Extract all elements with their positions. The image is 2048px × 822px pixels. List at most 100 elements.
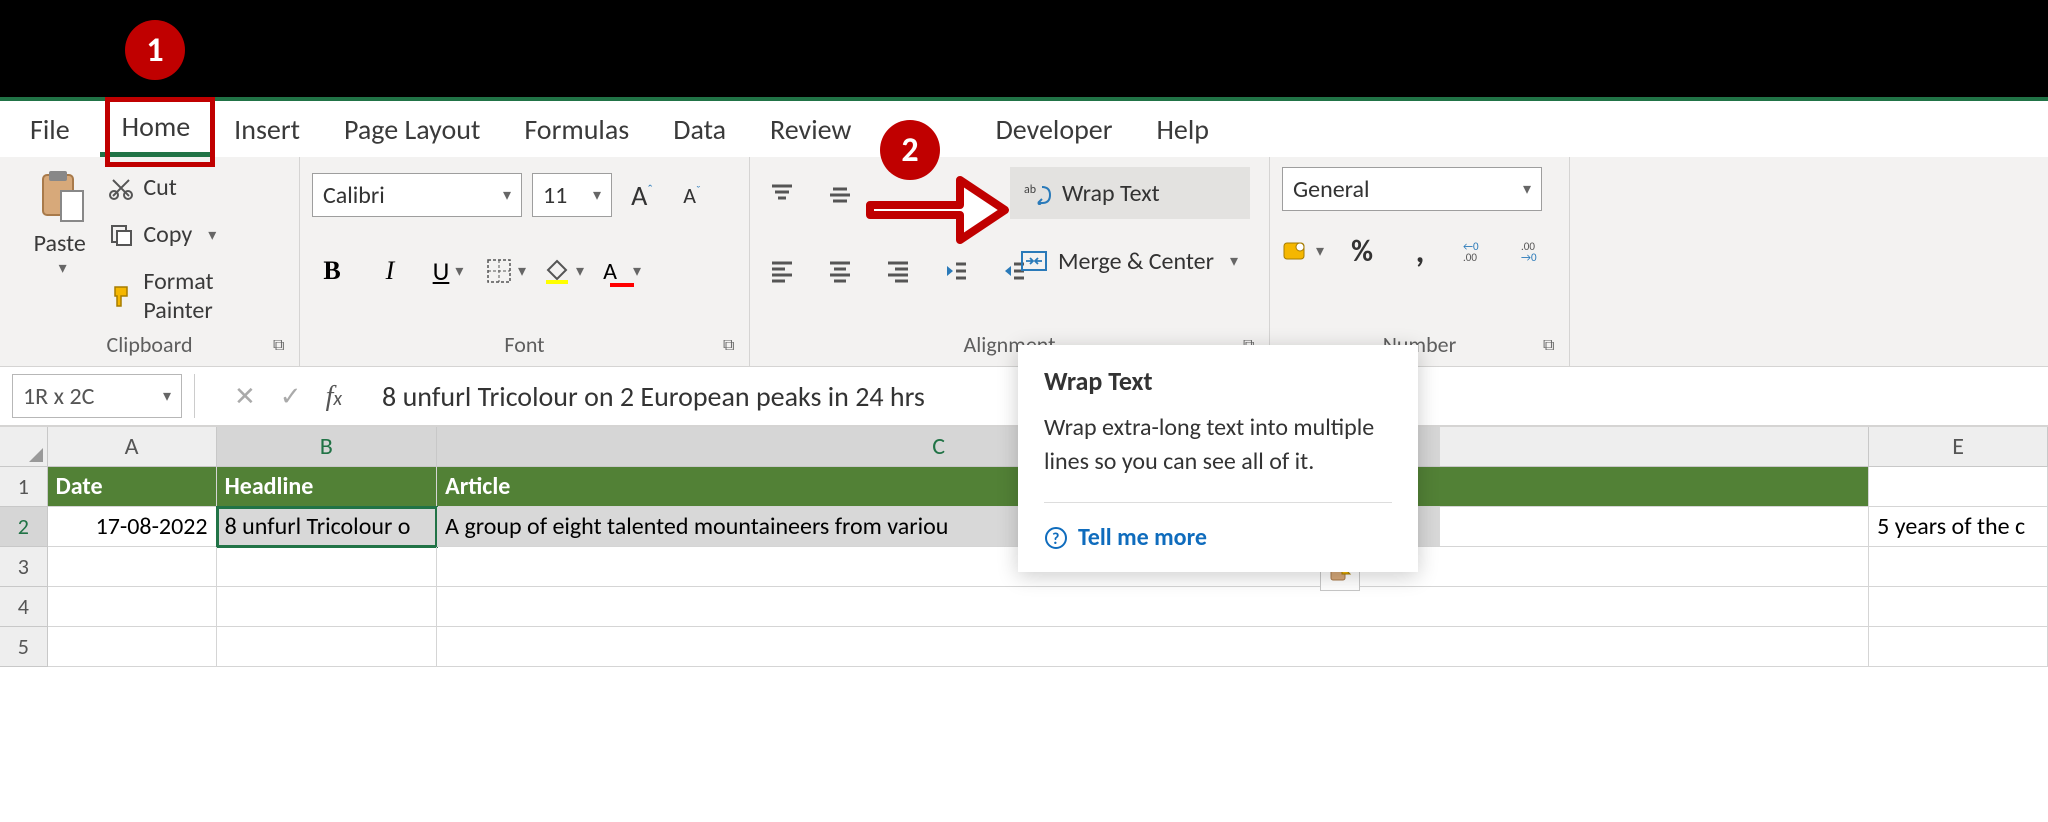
row-header-5[interactable]: 5 bbox=[0, 627, 48, 667]
number-format-combo[interactable]: General▾ bbox=[1282, 167, 1542, 211]
tell-me-more-link[interactable]: ? Tell me more bbox=[1044, 502, 1392, 552]
col-header-a[interactable]: A bbox=[48, 427, 217, 466]
cut-button[interactable]: Cut bbox=[109, 173, 287, 202]
comma-button[interactable]: , bbox=[1400, 231, 1440, 271]
cell[interactable] bbox=[217, 547, 438, 587]
format-painter-button[interactable]: Format Painter bbox=[109, 267, 287, 325]
cell[interactable] bbox=[1869, 627, 2048, 667]
cell[interactable] bbox=[1869, 587, 2048, 627]
cell[interactable] bbox=[217, 587, 438, 627]
row-header-1[interactable]: 1 bbox=[0, 467, 48, 507]
cell[interactable]: 5 years of the c bbox=[1869, 507, 2048, 547]
annotation-badge-2: 2 bbox=[880, 120, 940, 180]
decrease-font-button[interactable]: Aˇ bbox=[672, 175, 712, 215]
col-header-e[interactable]: E bbox=[1869, 427, 2048, 466]
fx-icon[interactable]: fx bbox=[326, 380, 342, 413]
font-size-combo[interactable]: 11▾ bbox=[532, 173, 612, 217]
dialog-launcher-icon[interactable]: ⧉ bbox=[273, 336, 293, 356]
merge-center-label: Merge & Center bbox=[1058, 247, 1214, 276]
chevron-down-icon: ▾ bbox=[1316, 241, 1324, 261]
cell[interactable] bbox=[1869, 467, 2048, 507]
wrap-text-button[interactable]: ab Wrap Text bbox=[1010, 167, 1250, 219]
cell[interactable] bbox=[48, 547, 217, 587]
chevron-down-icon[interactable]: ▾ bbox=[59, 258, 67, 278]
paste-icon[interactable] bbox=[35, 167, 85, 225]
increase-font-button[interactable]: Aˆ bbox=[622, 175, 662, 215]
tab-page-layout[interactable]: Page Layout bbox=[322, 104, 502, 155]
align-center-button[interactable] bbox=[820, 251, 860, 291]
chevron-down-icon: ▾ bbox=[576, 261, 584, 281]
name-box-value: 1R x 2C bbox=[23, 382, 94, 411]
decrease-decimal-button[interactable]: .00→0 bbox=[1516, 231, 1556, 271]
cell[interactable]: Date bbox=[48, 467, 217, 507]
align-right-button[interactable] bbox=[878, 251, 918, 291]
annotation-arrow bbox=[850, 160, 1010, 250]
tab-data[interactable]: Data bbox=[651, 104, 748, 155]
cell[interactable] bbox=[48, 627, 217, 667]
ribbon: Paste ▾ Cut Copy ▾ Format Painter Clipbo… bbox=[0, 157, 2048, 367]
cell-selected[interactable]: 8 unfurl Tricolour o bbox=[217, 507, 438, 547]
group-font-label: Font bbox=[300, 331, 749, 358]
accounting-format-button[interactable]: ▾ bbox=[1282, 231, 1324, 271]
cell[interactable] bbox=[48, 587, 217, 627]
row-header-3[interactable]: 3 bbox=[0, 547, 48, 587]
cell[interactable]: Headline bbox=[217, 467, 438, 507]
name-box[interactable]: 1R x 2C ▾ bbox=[12, 374, 182, 418]
cell[interactable] bbox=[437, 627, 1869, 667]
fill-color-button[interactable]: ▾ bbox=[544, 251, 584, 291]
formula-input[interactable]: 8 unfurl Tricolour on 2 European peaks i… bbox=[382, 379, 925, 414]
enter-icon[interactable]: ✓ bbox=[280, 380, 302, 412]
chevron-down-icon: ▾ bbox=[163, 386, 171, 406]
row-header-4[interactable]: 4 bbox=[0, 587, 48, 627]
align-top-button[interactable] bbox=[762, 175, 802, 215]
chevron-down-icon: ▾ bbox=[593, 185, 601, 205]
align-left-button[interactable] bbox=[762, 251, 802, 291]
tab-review[interactable]: Review bbox=[748, 104, 873, 155]
select-all-corner[interactable] bbox=[0, 427, 48, 467]
copy-icon bbox=[109, 223, 133, 247]
chevron-down-icon: ▾ bbox=[633, 261, 641, 281]
cell[interactable] bbox=[1869, 547, 2048, 587]
tab-insert[interactable]: Insert bbox=[212, 104, 322, 155]
dialog-launcher-icon[interactable]: ⧉ bbox=[723, 336, 743, 356]
svg-text:→0: →0 bbox=[1521, 251, 1537, 262]
merge-center-button[interactable]: Merge & Center ▾ bbox=[1010, 235, 1250, 287]
col-header-b[interactable]: B bbox=[217, 427, 438, 466]
bold-button[interactable]: B bbox=[312, 251, 352, 291]
table-row: 5 bbox=[0, 627, 2048, 667]
font-name-value: Calibri bbox=[323, 181, 385, 210]
tab-formulas[interactable]: Formulas bbox=[502, 104, 651, 155]
tab-file[interactable]: File bbox=[0, 104, 100, 155]
italic-button[interactable]: I bbox=[370, 251, 410, 291]
group-clipboard-label: Clipboard bbox=[0, 331, 299, 358]
decrease-indent-button[interactable] bbox=[936, 251, 976, 291]
group-alignment: ab Wrap Text Merge & Center ▾ Alignment … bbox=[750, 157, 1270, 366]
chevron-down-icon: ▾ bbox=[455, 261, 463, 281]
cell[interactable]: 17-08-2022 bbox=[48, 507, 217, 547]
copy-button[interactable]: Copy ▾ bbox=[109, 220, 287, 249]
tab-help[interactable]: Help bbox=[1134, 104, 1231, 155]
cell[interactable] bbox=[1440, 507, 1869, 547]
font-color-button[interactable]: A▾ bbox=[602, 251, 642, 291]
row-header-2[interactable]: 2 bbox=[0, 507, 48, 547]
annotation-box-home bbox=[105, 97, 215, 167]
increase-decimal-button[interactable]: ←0.00 bbox=[1458, 231, 1498, 271]
paste-label[interactable]: Paste bbox=[34, 229, 86, 258]
tab-developer[interactable]: Developer bbox=[974, 104, 1135, 155]
borders-button[interactable]: ▾ bbox=[486, 251, 526, 291]
chevron-down-icon[interactable]: ▾ bbox=[208, 225, 216, 245]
ribbon-tabs: File Home Insert Page Layout Formulas Da… bbox=[0, 97, 2048, 157]
cell[interactable] bbox=[437, 587, 1869, 627]
table-row: 4 bbox=[0, 587, 2048, 627]
underline-button[interactable]: U▾ bbox=[428, 251, 468, 291]
group-font: Calibri▾ 11▾ Aˆ Aˇ B I U▾ ▾ ▾ A▾ Font ⧉ bbox=[300, 157, 750, 366]
col-header-gap[interactable] bbox=[1440, 427, 1869, 466]
wrap-text-icon: ab bbox=[1024, 181, 1052, 205]
cell[interactable] bbox=[217, 627, 438, 667]
dialog-launcher-icon[interactable]: ⧉ bbox=[1543, 336, 1563, 356]
svg-text:.00: .00 bbox=[1463, 251, 1477, 262]
percent-button[interactable]: % bbox=[1342, 231, 1382, 271]
font-name-combo[interactable]: Calibri▾ bbox=[312, 173, 522, 217]
help-icon: ? bbox=[1044, 526, 1068, 550]
cancel-icon[interactable]: ✕ bbox=[234, 380, 256, 412]
